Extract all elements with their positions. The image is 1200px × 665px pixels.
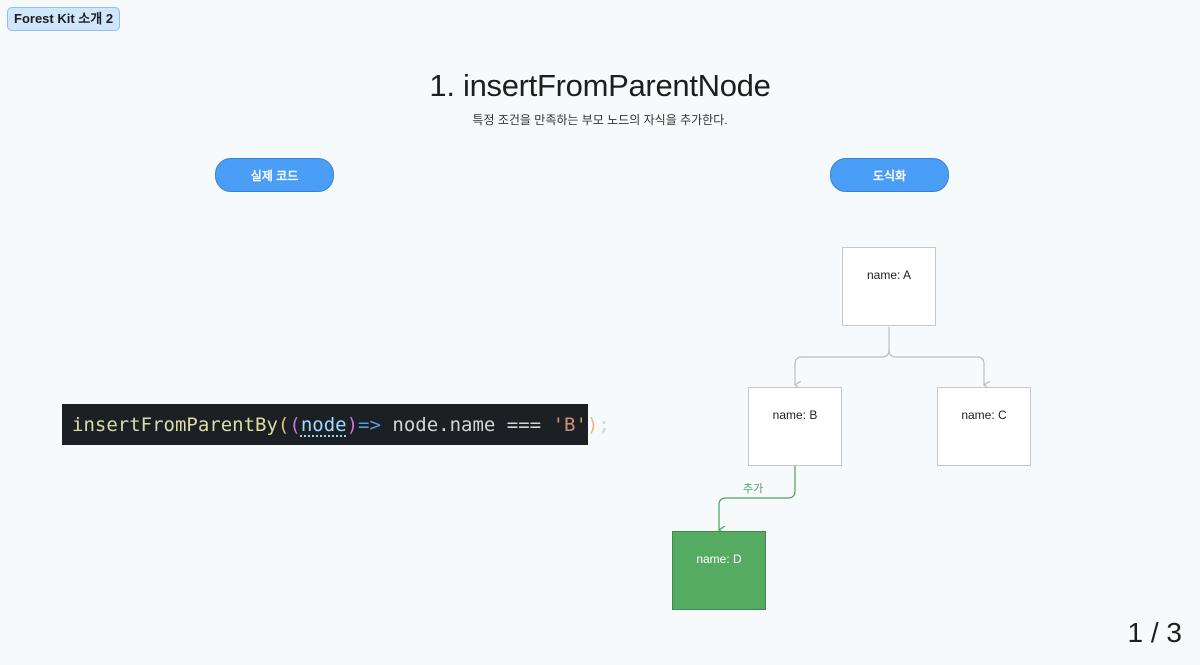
edge-b-d	[719, 466, 796, 530]
tree-node-b: name: B	[748, 387, 842, 466]
page-indicator: 1 / 3	[1127, 617, 1182, 648]
tree-node-a: name: A	[842, 247, 936, 326]
edge-a-b	[795, 327, 890, 385]
tree-node-d-added: name: D	[672, 531, 766, 610]
edge-a-c	[888, 349, 984, 385]
edge-label-add: 추가	[743, 483, 764, 495]
tree-edges	[0, 327, 1200, 665]
tree-node-c: name: C	[937, 387, 1031, 466]
